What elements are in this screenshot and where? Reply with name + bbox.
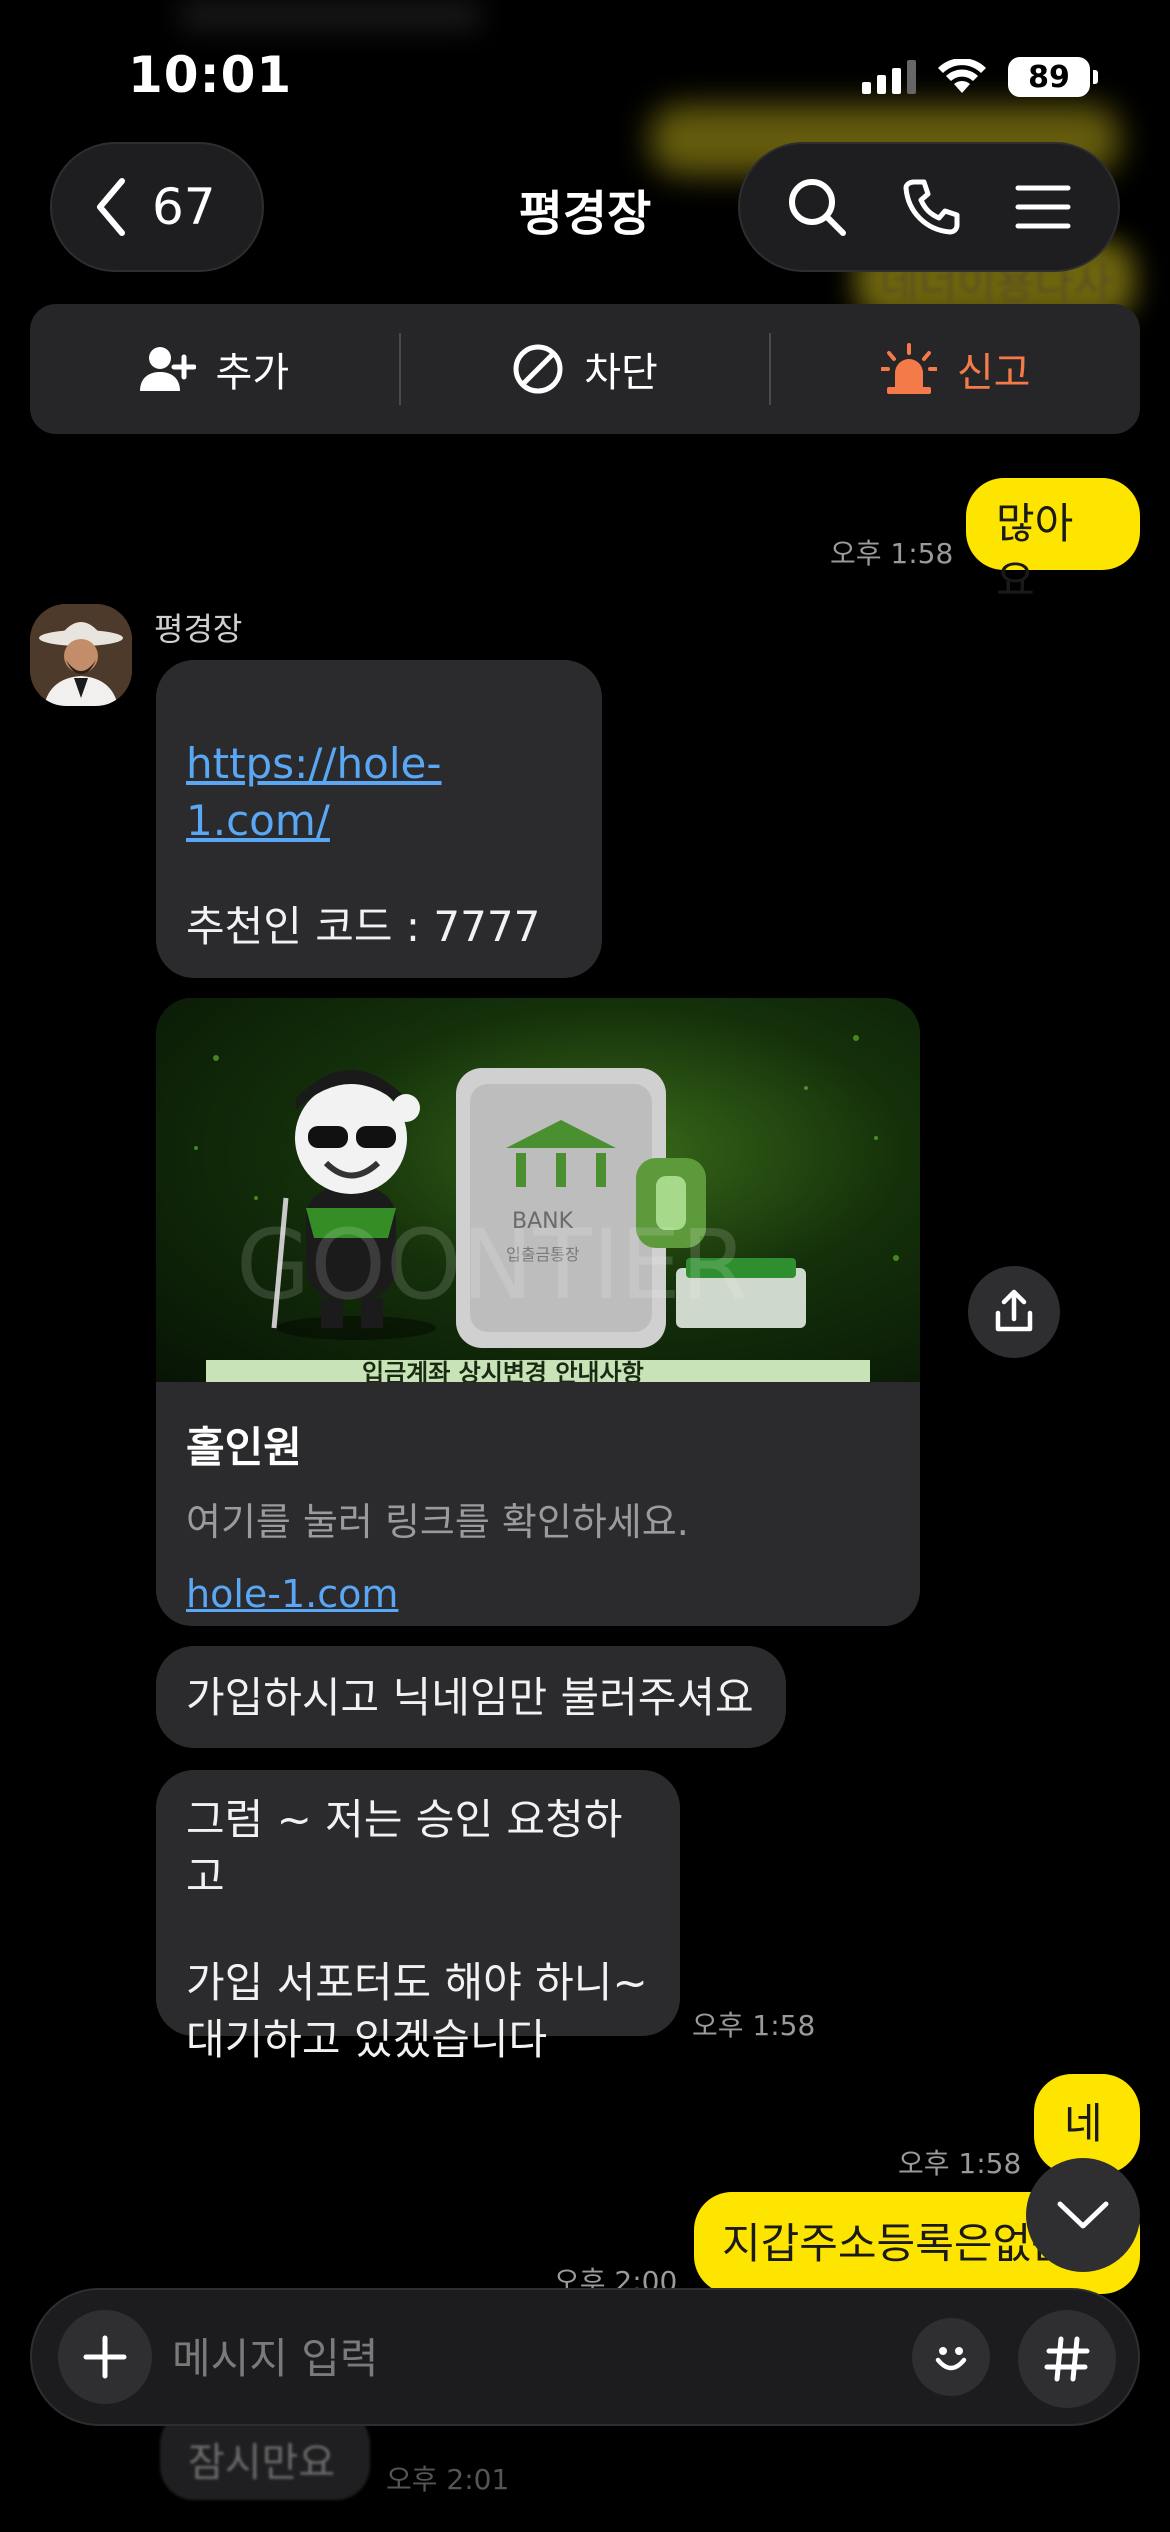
friend-action-bar: 추가 차단 신고	[30, 304, 1140, 434]
attach-button[interactable]	[58, 2310, 152, 2404]
preview-watermark: GOONTIER	[236, 1209, 748, 1321]
report-button[interactable]: 신고	[771, 304, 1140, 434]
message-time: 오후 1:58	[692, 2009, 816, 2042]
add-friend-button[interactable]: 추가	[30, 304, 399, 434]
back-button[interactable]: 67	[50, 142, 264, 272]
preview-url[interactable]: hole-1.com	[186, 1572, 890, 1616]
status-icons: 89	[862, 52, 1098, 102]
phone-icon[interactable]	[900, 176, 962, 238]
scroll-to-bottom-button[interactable]	[1026, 2158, 1140, 2272]
blurred-previous-message	[180, 0, 480, 30]
wifi-icon	[938, 59, 986, 93]
status-time: 10:01	[128, 46, 293, 104]
chevron-left-icon	[97, 178, 125, 236]
link-preview-card[interactable]: BANK 입출금통장 GOONTIER 입금계좌 상시변경 안내사항 홀인원 여…	[156, 998, 920, 1626]
message-time: 오후 1:58	[898, 2147, 1022, 2180]
message-line: 가입 서포터도 해야 하니~	[186, 1958, 648, 2008]
hashtag-button[interactable]	[1018, 2310, 1116, 2408]
message-line: 그럼 ~ 저는 승인 요청하고	[186, 1795, 623, 1901]
plus-icon	[83, 2335, 127, 2379]
chevron-down-icon	[1057, 2201, 1109, 2229]
preview-caption: 입금계좌 상시변경 안내사항	[362, 1359, 644, 1382]
message-line: 대기하고 있겠습니다	[186, 2015, 548, 2065]
block-button[interactable]: 차단	[401, 304, 770, 434]
sender-name: 평경장	[154, 610, 243, 648]
battery-icon: 89	[1008, 57, 1098, 97]
signal-icon	[862, 60, 916, 94]
siren-icon	[880, 343, 937, 394]
header-actions	[738, 142, 1120, 272]
preview-body: 홀인원 여기를 눌러 링크를 확인하세요. hole-1.com	[156, 1382, 920, 1626]
preview-image: BANK 입출금통장 GOONTIER 입금계좌 상시변경 안내사항	[156, 998, 920, 1382]
add-person-icon	[139, 347, 196, 391]
report-label: 신고	[956, 350, 1031, 396]
referral-code-text: 추천인 코드 : 7777	[186, 902, 541, 952]
avatar[interactable]	[30, 604, 132, 706]
preview-illustration: BANK 입출금통장 GOONTIER 입금계좌 상시변경 안내사항	[194, 1035, 899, 1382]
outgoing-message[interactable]: 많아요	[966, 478, 1140, 605]
menu-icon[interactable]	[1014, 182, 1072, 232]
unread-count: 67	[152, 178, 216, 236]
preview-description: 여기를 눌러 링크를 확인하세요.	[186, 1500, 689, 1544]
message-input[interactable]	[172, 2330, 872, 2386]
message-time: 오후 2:01	[386, 2463, 510, 2496]
emoji-icon	[935, 2347, 967, 2371]
avatar-image	[30, 604, 132, 706]
incoming-message[interactable]: 가입하시고 닉네임만 불러주셔요	[156, 1646, 786, 1748]
chat-title[interactable]: 평경장	[519, 186, 651, 242]
incoming-message[interactable]: 그럼 ~ 저는 승인 요청하고 가입 서포터도 해야 하니~ 대기하고 있겠습니…	[156, 1770, 680, 2064]
search-icon[interactable]	[786, 176, 848, 238]
share-button[interactable]	[968, 1266, 1060, 1358]
add-friend-label: 추가	[215, 350, 290, 396]
emoji-button[interactable]	[912, 2318, 990, 2396]
hash-icon	[1044, 2336, 1090, 2382]
message-time: 오후 1:58	[830, 537, 954, 570]
preview-title: 홀인원	[186, 1423, 302, 1472]
message-link[interactable]: https://hole-1.com/	[186, 736, 572, 849]
share-icon	[995, 1289, 1033, 1332]
block-label: 차단	[584, 350, 658, 396]
incoming-message[interactable]: https://hole-1.com/ 추천인 코드 : 7777	[156, 660, 602, 978]
block-icon	[513, 344, 563, 394]
